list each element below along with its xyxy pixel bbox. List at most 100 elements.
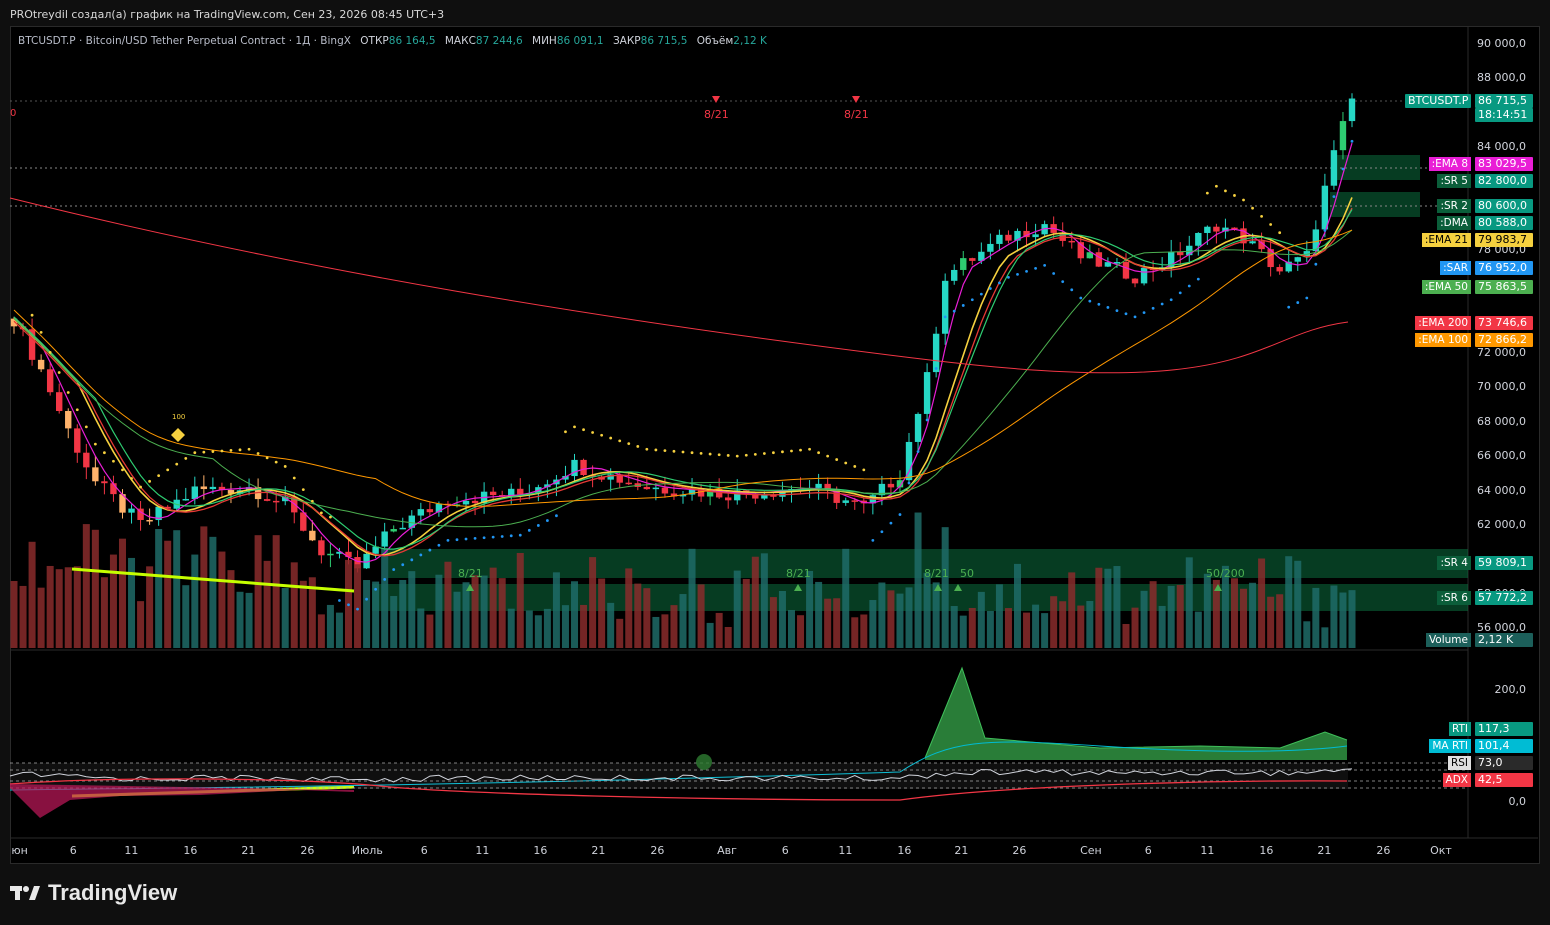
candle-body — [815, 483, 822, 488]
sar-dot — [817, 451, 821, 455]
level-tag-value: 80 588,0 — [1475, 216, 1533, 230]
volume-bar — [498, 578, 506, 648]
sar-dot — [744, 453, 748, 457]
volume-bar — [272, 535, 280, 648]
sar-dot — [1115, 309, 1119, 313]
price-axis-label: 68 000,0 — [1477, 414, 1526, 428]
candle-body — [851, 500, 858, 502]
volume-bar — [552, 572, 560, 648]
sr2-zone — [1330, 192, 1420, 217]
sar-dot — [555, 514, 558, 518]
volume-bar — [1113, 566, 1121, 648]
volume-bar — [1041, 613, 1049, 648]
sar-dot — [1350, 139, 1354, 143]
sar-dot — [1214, 184, 1218, 188]
volume-bar — [1285, 556, 1293, 648]
sar-dot — [907, 481, 911, 485]
sar-dot — [1332, 195, 1336, 198]
volume-bar — [887, 590, 895, 648]
volume-bar — [833, 598, 841, 648]
tradingview-logo[interactable]: TradingView — [10, 880, 177, 906]
volume-bar — [760, 553, 768, 648]
candle-body — [517, 488, 524, 495]
level-tag-value: 57 772,2 — [1475, 591, 1533, 605]
volume-bar — [290, 562, 298, 648]
sar-dot — [1287, 305, 1291, 309]
volume-bar — [55, 569, 63, 648]
sar-dot — [672, 449, 676, 453]
price-chart[interactable] — [0, 0, 1550, 925]
candle-body — [426, 509, 434, 513]
volume-bar — [236, 591, 244, 648]
volume-bar — [173, 530, 181, 648]
level-tag-name: :EMA 8 — [1428, 157, 1471, 171]
volume-bar — [1131, 607, 1139, 648]
volume-bar — [372, 581, 380, 648]
candle-body — [842, 500, 849, 503]
sar-dot — [238, 448, 242, 452]
level-tag-value: 83 029,5 — [1475, 157, 1533, 171]
volume-bar — [652, 616, 660, 648]
signal-arrow — [852, 96, 860, 103]
volume-bar — [46, 565, 54, 648]
indicator-tag-value: 117,3 — [1475, 722, 1533, 736]
sar-dot — [464, 537, 468, 541]
time-axis-label: 26 — [650, 844, 665, 857]
sar-dot — [112, 459, 115, 463]
volume-bar — [986, 610, 994, 648]
volume-bar — [209, 536, 217, 648]
volume-bar — [1330, 585, 1338, 648]
time-axis-label: Сен — [1080, 844, 1102, 857]
sar-dot — [1224, 189, 1227, 193]
volume-bar — [543, 608, 551, 648]
sar-dot — [582, 428, 585, 432]
time-axis-label: 21 — [241, 844, 256, 857]
sar-dot — [292, 476, 296, 480]
level-tag-name: :EMA 100 — [1415, 333, 1471, 347]
volume-bar — [580, 604, 588, 648]
sar-dot — [1251, 206, 1254, 210]
sar-dot — [455, 538, 459, 542]
time-axis-label: 26 — [1376, 844, 1391, 857]
sar-dot — [627, 442, 631, 446]
volume-bar — [968, 607, 976, 648]
volume-bar — [661, 614, 669, 648]
volume-bar — [363, 580, 371, 648]
volume-bar — [408, 571, 416, 648]
time-axis-label: 16 — [1259, 844, 1274, 857]
sar-dot — [93, 442, 97, 446]
candle-body — [489, 491, 497, 496]
sar-dot — [283, 465, 287, 468]
candle-body — [1122, 262, 1130, 279]
sar-dot — [862, 468, 866, 472]
sar-dot — [347, 603, 350, 607]
candle-body — [1131, 278, 1139, 284]
volume-bar — [1185, 557, 1193, 648]
volume-bar — [724, 626, 732, 648]
candle-body — [83, 452, 90, 468]
sar-dot — [636, 445, 640, 448]
candle-body — [65, 411, 72, 429]
time-axis-label: 26 — [1012, 844, 1027, 857]
volume-bar — [561, 605, 569, 648]
candle-body — [887, 483, 895, 488]
sar-dot — [401, 563, 405, 567]
level-tag-value: 76 952,0 — [1475, 261, 1533, 275]
volume-bar — [516, 552, 524, 648]
sar-dot — [1242, 198, 1245, 202]
volume-bar — [1140, 590, 1148, 648]
volume-bar — [1249, 582, 1257, 648]
sar-dot — [509, 534, 513, 538]
sar-dot — [319, 511, 323, 515]
volume-bar — [878, 582, 886, 648]
volume-bar — [670, 605, 678, 648]
candle-body — [725, 497, 732, 501]
sar-dot — [392, 568, 396, 571]
indicator-tag-name: ADX — [1442, 773, 1471, 787]
candle-body — [200, 486, 208, 490]
level-tag-name: :SR 2 — [1437, 199, 1471, 213]
candle-body — [318, 540, 325, 556]
sar-dot — [482, 536, 486, 540]
volume-bar — [381, 548, 389, 648]
sar-dot — [898, 513, 902, 516]
